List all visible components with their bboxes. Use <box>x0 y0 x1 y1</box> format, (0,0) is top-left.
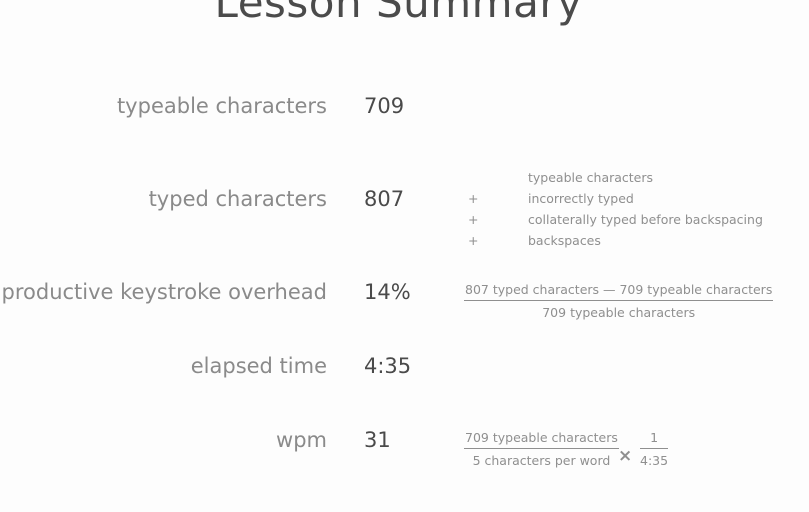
breakdown-operator: + <box>468 212 479 227</box>
wpm-fraction-characters: 709 typeable characters 5 characters per… <box>464 430 619 468</box>
breakdown-operator: + <box>468 191 479 206</box>
lesson-summary-page: Lesson Summary typeable characters 709 t… <box>0 0 809 512</box>
breakdown-operator: + <box>468 233 479 248</box>
breakdown-label: backspaces <box>528 233 601 248</box>
wpm-fraction-denominator: 5 characters per word <box>472 453 611 468</box>
elapsed-time-label: elapsed time <box>190 354 327 378</box>
wpm-value: 31 <box>364 428 391 452</box>
wpm-time-numerator: 1 <box>640 430 669 449</box>
breakdown-label: collaterally typed before backspacing <box>528 212 763 227</box>
wpm-time-denominator: 4:35 <box>640 453 669 468</box>
breakdown-label: typeable characters <box>528 170 654 185</box>
page-title: Lesson Summary <box>214 0 583 27</box>
overhead-formula-numerator: 807 typed characters — 709 typeable char… <box>464 282 774 301</box>
wpm-fraction-time: 1 4:35 <box>640 430 669 468</box>
overhead-label: unproductive keystroke overhead <box>0 280 327 304</box>
multiply-sign: × <box>618 446 633 466</box>
typeable-characters-label: typeable characters <box>116 94 327 118</box>
overhead-formula-denominator: 709 typeable characters <box>542 305 696 320</box>
typeable-characters-value: 709 <box>364 94 405 118</box>
overhead-formula: 807 typed characters — 709 typeable char… <box>464 282 774 320</box>
typed-characters-value: 807 <box>364 187 405 211</box>
typed-characters-label: typed characters <box>148 187 327 211</box>
breakdown-label: incorrectly typed <box>528 191 634 206</box>
wpm-fraction-numerator: 709 typeable characters <box>464 430 619 449</box>
overhead-value: 14% <box>364 280 411 304</box>
wpm-label: wpm <box>276 428 327 452</box>
elapsed-time-value: 4:35 <box>364 354 412 378</box>
